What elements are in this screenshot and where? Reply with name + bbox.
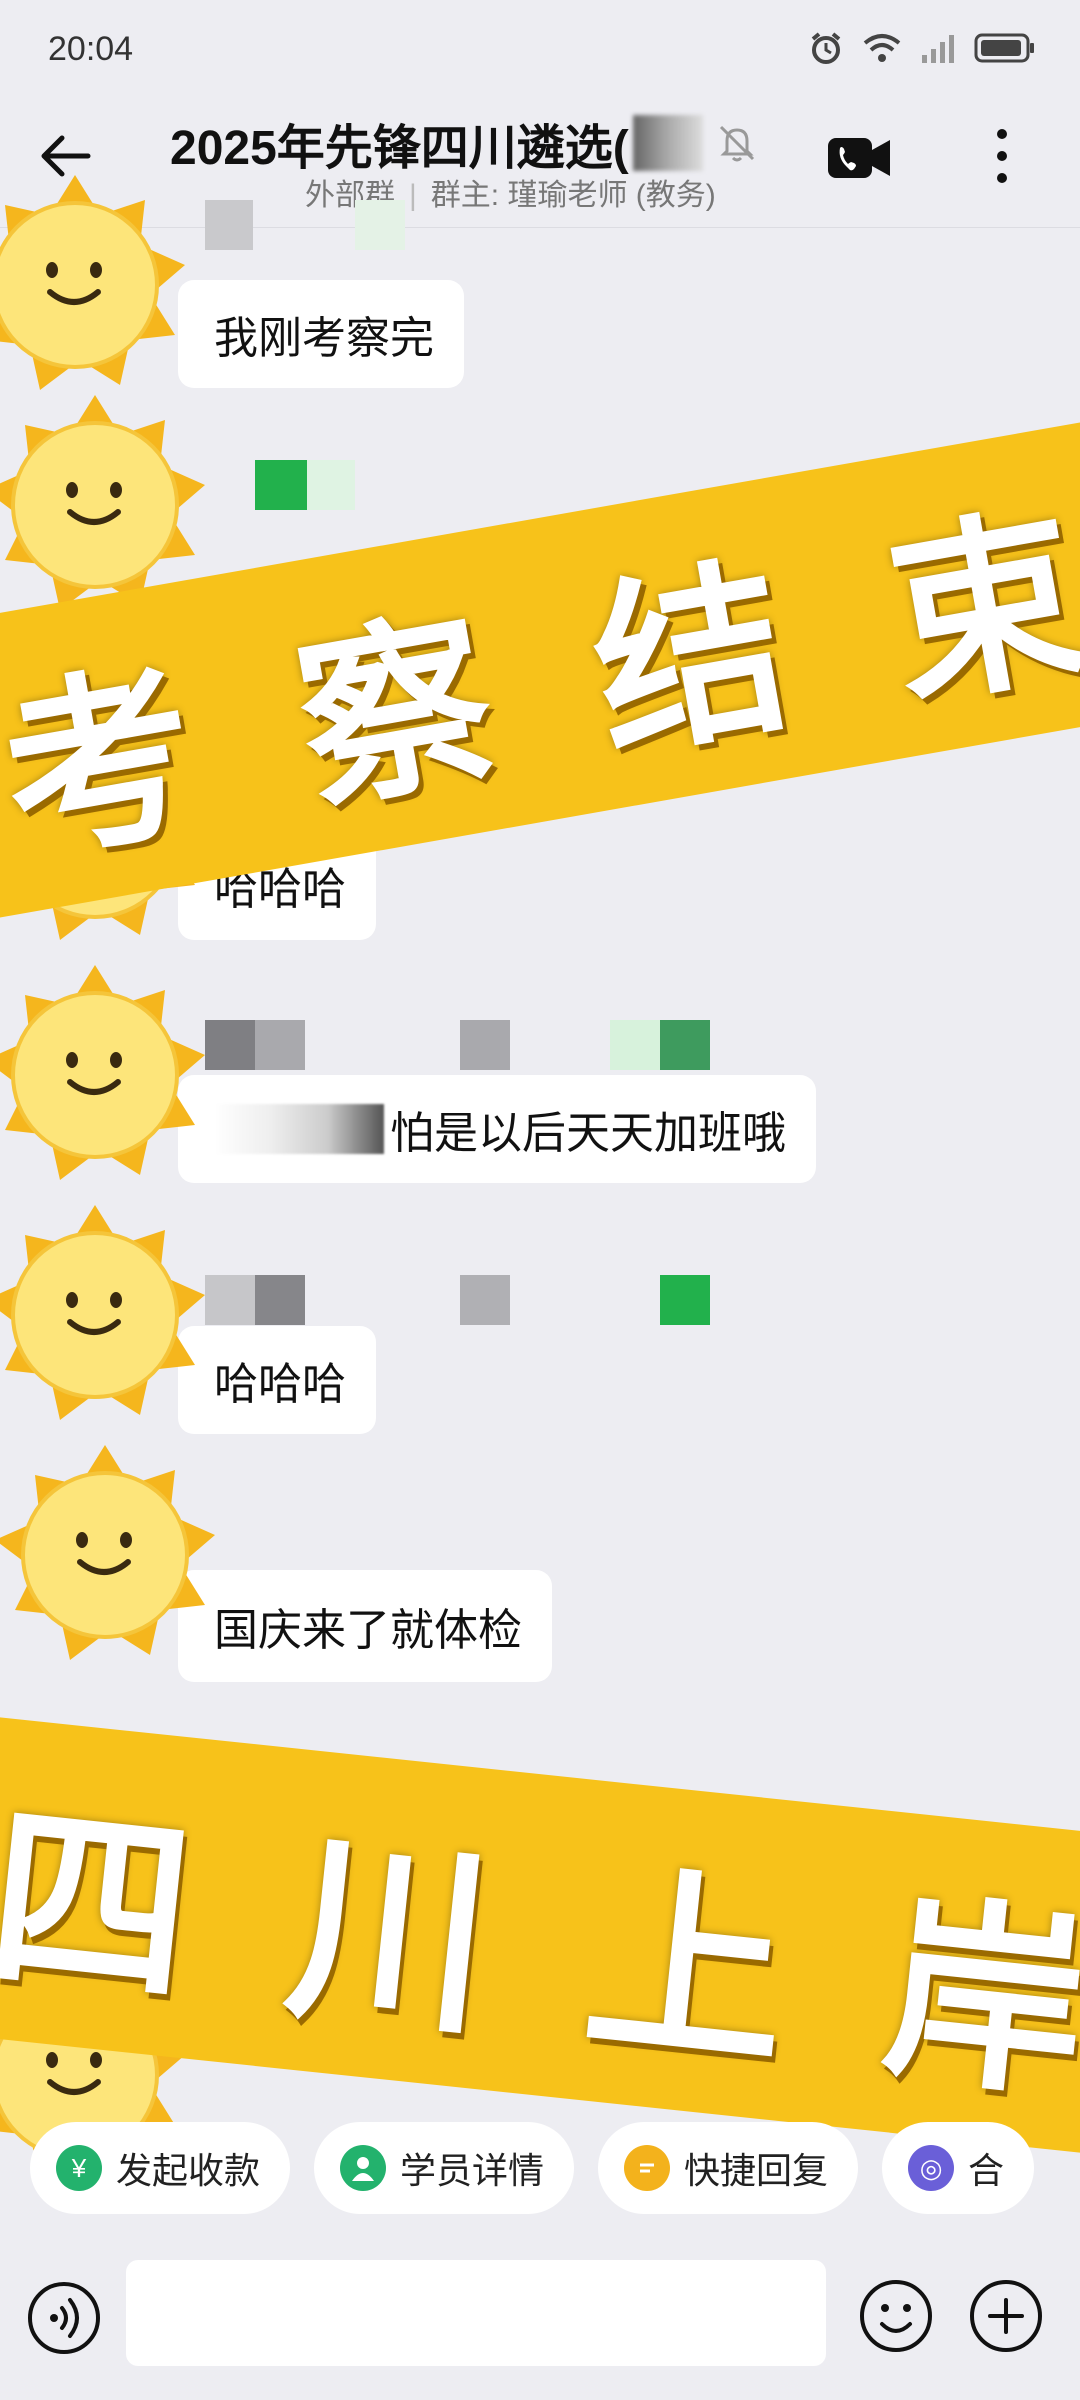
signal-icon [922,35,954,63]
quick-action-label: 合 [968,2150,1005,2191]
sender-name-pixelated [205,200,405,250]
chat-title-row[interactable]: 2025年先锋四川遴选( [170,108,759,178]
voice-icon[interactable] [26,2280,102,2356]
sender-name-pixelated [205,1275,725,1325]
bell-off-icon [719,125,754,162]
banner-char: 川 [277,1809,501,2065]
banner-char: 结 [577,533,804,787]
banner-char: 察 [282,585,508,839]
message-bubble[interactable]: 国庆来了就体检 [178,1570,552,1682]
message-text: 怕是以后天天加班哦 [390,1109,786,1158]
quick-action-bar: ¥ 发起收款 学员详情 快捷回复 ◎ 合 [0,2122,1080,2232]
plus-icon[interactable] [968,2278,1044,2354]
sun-avatar [0,960,210,1190]
yuan-icon: ¥ [56,2145,102,2191]
sun-avatar [0,1440,220,1670]
sun-avatar [0,170,190,400]
merge-icon: ◎ [908,2145,955,2191]
message-bubble[interactable]: 怕是以后天天加班哦 [178,1075,816,1183]
status-time: 20:04 [48,30,134,68]
quick-reply-icon [624,2145,671,2191]
subtitle-divider: | [409,179,417,212]
quick-action-merge[interactable]: ◎ 合 [882,2122,1035,2214]
quick-action-quick-reply[interactable]: 快捷回复 [598,2122,859,2214]
message-text: 哈哈哈 [214,1360,346,1409]
group-owner: 群主: 瑾瑜老师 (教务) [430,179,716,212]
banner-char: 岸 [873,1872,1080,2127]
wifi-icon [863,34,901,62]
sender-name-pixelated [205,460,405,510]
user-icon [340,2145,387,2191]
message-input[interactable] [126,2260,826,2366]
banner-char: 四 [0,1778,203,2033]
banner-char: 上 [575,1840,800,2096]
chat-title: 2025年先锋四川遴选( [170,122,629,175]
video-call-icon[interactable] [826,134,892,182]
more-vertical-icon[interactable] [990,124,1014,188]
banner-char: 束 [873,481,1080,734]
message-text: 我刚考察完 [214,314,434,363]
message-text: 国庆来了就体检 [214,1606,522,1655]
quick-action-payment[interactable]: ¥ 发起收款 [30,2122,291,2214]
input-bar [0,2240,1080,2400]
sun-avatar [0,1200,210,1430]
message-bubble[interactable]: 我刚考察完 [178,280,464,388]
battery-icon [974,33,1034,63]
quick-action-label: 快捷回复 [684,2150,829,2191]
status-bar: 20:04 [0,0,1080,100]
quick-action-label: 学员详情 [400,2150,545,2191]
status-icons [808,30,1036,66]
quick-action-student-details[interactable]: 学员详情 [314,2122,575,2214]
blurred-mention [214,1104,384,1154]
sender-name-pixelated [205,1020,725,1070]
alarm-icon [811,32,841,64]
quick-action-label: 发起收款 [116,2150,261,2191]
banner-char: 考 [0,637,213,891]
emoji-icon[interactable] [858,2278,934,2354]
blurred-title-tail [632,115,703,171]
